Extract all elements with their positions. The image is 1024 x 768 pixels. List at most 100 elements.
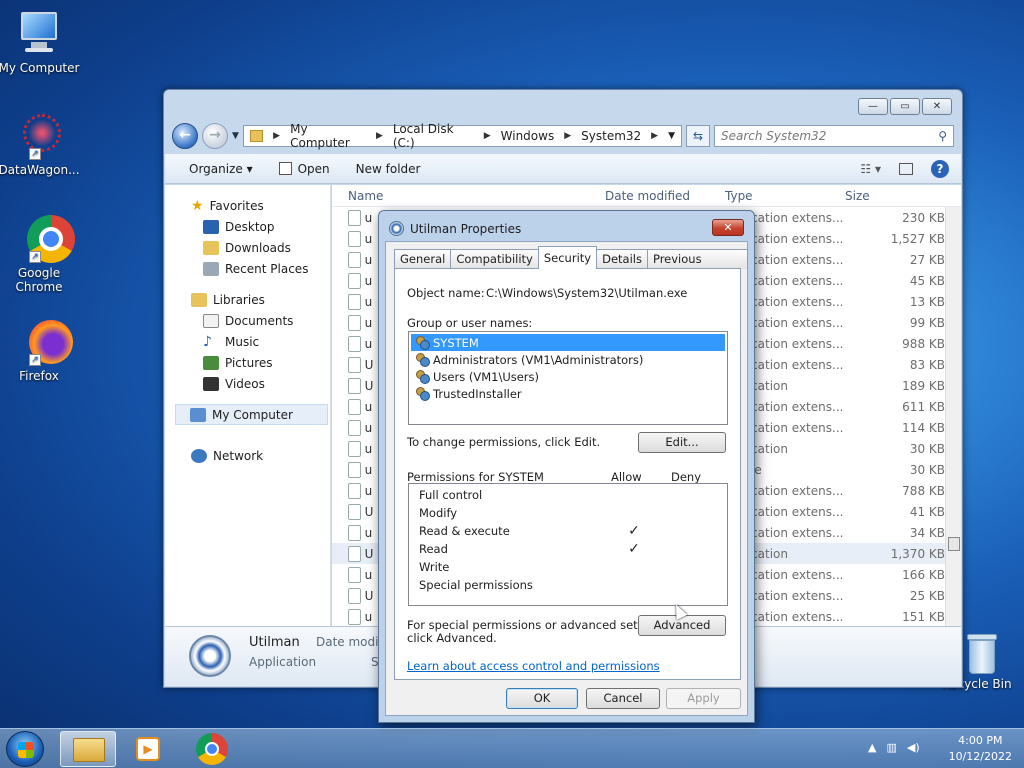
nav-desktop[interactable]: Desktop <box>165 216 330 237</box>
nav-label: Documents <box>225 313 294 328</box>
explorer-folder-icon <box>73 738 105 762</box>
special-permissions-text-1: For special permissions or advanced sett… <box>407 618 670 632</box>
edit-button[interactable]: Edit... <box>638 432 726 453</box>
user-item-users[interactable]: Users (VM1\Users) <box>411 368 725 385</box>
file-type: cation extens... <box>751 210 844 225</box>
user-group-icon <box>415 370 430 384</box>
ok-button[interactable]: OK <box>506 688 578 709</box>
nav-label: Videos <box>225 376 265 391</box>
cancel-button[interactable]: Cancel <box>586 688 660 709</box>
breadcrumb-my-computer[interactable]: My Computer <box>290 122 366 150</box>
breadcrumb-separator-icon[interactable]: ▶ <box>273 131 280 141</box>
breadcrumb-separator-icon[interactable]: ▶ <box>484 131 491 141</box>
user-item-administrators[interactable]: Administrators (VM1\Administrators) <box>411 351 725 368</box>
show-hidden-icons-icon[interactable]: ▲ <box>868 741 876 754</box>
scrollbar-thumb[interactable] <box>948 537 960 551</box>
desktop-icon-firefox[interactable]: ↗ Firefox <box>0 318 81 383</box>
network-icon[interactable]: ▥ <box>886 741 896 754</box>
documents-icon <box>203 313 219 328</box>
desktop-icon-datawagon[interactable]: ↗ DataWagon... <box>0 112 81 177</box>
taskbar-chrome[interactable] <box>184 731 240 767</box>
recent-pages-dropdown-icon[interactable]: ▼ <box>232 131 239 141</box>
user-label: Users (VM1\Users) <box>433 369 540 384</box>
taskbar-media-player[interactable]: ▶ <box>120 731 176 767</box>
clock[interactable]: 4:00 PM 10/12/2022 <box>949 733 1012 765</box>
nav-favorites[interactable]: ★ Favorites <box>165 195 330 216</box>
help-icon[interactable]: ? <box>931 159 949 178</box>
desktop-icon-chrome[interactable]: ↗ Google Chrome <box>0 215 81 294</box>
dialog-close-button[interactable]: ✕ <box>712 219 744 236</box>
breadcrumb-windows[interactable]: Windows <box>501 129 555 143</box>
permission-row: Modify <box>409 504 727 522</box>
column-header-name[interactable]: Name <box>348 189 605 203</box>
vertical-scrollbar[interactable] <box>945 207 961 627</box>
address-dropdown-icon[interactable]: ▼ <box>668 131 675 141</box>
breadcrumb-separator-icon[interactable]: ▶ <box>376 131 383 141</box>
file-type: cation extens... <box>751 399 844 414</box>
forward-button[interactable]: → <box>202 123 228 149</box>
nav-music[interactable]: ♪ Music <box>165 331 330 352</box>
column-headers: Name Date modified Type Size <box>332 185 961 207</box>
change-view-icon[interactable]: ☷ ▾ <box>860 162 881 176</box>
column-header-date[interactable]: Date modified <box>605 189 725 203</box>
taskbar: ▶ ▲ ▥ ◀) 4:00 PM 10/12/2022 <box>0 728 1024 768</box>
start-button[interactable] <box>6 731 44 767</box>
permissions-for-label: Permissions for SYSTEM <box>407 470 544 484</box>
file-icon <box>348 272 361 289</box>
deny-column-header: Deny <box>671 470 702 484</box>
file-type: cation extens... <box>751 252 844 267</box>
open-button[interactable]: Open <box>278 162 330 176</box>
breadcrumb-separator-icon[interactable]: ▶ <box>651 131 658 141</box>
nav-label: Downloads <box>225 240 291 255</box>
search-input[interactable]: Search System32 <box>721 129 826 143</box>
tab-details[interactable]: Details <box>596 249 648 269</box>
nav-downloads[interactable]: Downloads <box>165 237 330 258</box>
advanced-button[interactable]: Advanced <box>638 615 726 636</box>
file-type: cation extens... <box>751 294 844 309</box>
organize-button[interactable]: Organize ▾ <box>189 162 253 176</box>
volume-icon[interactable]: ◀) <box>907 741 920 754</box>
tab-compatibility[interactable]: Compatibility <box>450 249 539 269</box>
nav-network[interactable]: Network <box>165 445 330 466</box>
tab-previous-versions[interactable]: Previous Versions <box>646 249 748 285</box>
minimize-button[interactable]: — <box>858 98 888 115</box>
file-type: cation extens... <box>751 420 844 435</box>
learn-access-control-link[interactable]: Learn about access control and permissio… <box>407 659 660 673</box>
back-button[interactable]: ← <box>172 123 198 149</box>
desktop-icon-my-computer[interactable]: My Computer <box>0 10 81 75</box>
new-folder-button[interactable]: New folder <box>356 162 421 176</box>
nav-recent-places[interactable]: Recent Places <box>165 258 330 279</box>
file-size: 34 KB <box>909 525 945 540</box>
properties-dialog[interactable]: Utilman Properties ✕ General Compatibili… <box>378 210 755 723</box>
file-icon <box>348 209 361 226</box>
breadcrumb-local-disk[interactable]: Local Disk (C:) <box>393 122 474 150</box>
nav-videos[interactable]: Videos <box>165 373 330 394</box>
nav-label: Libraries <box>213 292 265 307</box>
file-type: cation <box>751 546 788 561</box>
maximize-button[interactable]: ▭ <box>890 98 920 115</box>
address-bar[interactable]: ▶ My Computer ▶ Local Disk (C:) ▶ Window… <box>242 122 682 150</box>
breadcrumb-system32[interactable]: System32 <box>581 129 641 143</box>
file-icon <box>348 587 361 604</box>
nav-pictures[interactable]: Pictures <box>165 352 330 373</box>
search-box[interactable]: Search System32 ⚲ <box>714 125 954 147</box>
breadcrumb-separator-icon[interactable]: ▶ <box>564 131 571 141</box>
column-header-type[interactable]: Type <box>725 189 845 203</box>
nav-documents[interactable]: Documents <box>165 310 330 331</box>
file-icon <box>348 608 361 625</box>
tab-general[interactable]: General <box>394 249 452 269</box>
user-item-system[interactable]: SYSTEM <box>411 334 725 351</box>
nav-my-computer[interactable]: My Computer <box>175 404 328 425</box>
user-item-trustedinstaller[interactable]: TrustedInstaller <box>411 385 725 402</box>
column-header-size[interactable]: Size <box>845 189 870 203</box>
preview-pane-icon[interactable] <box>899 162 913 175</box>
apply-button[interactable]: Apply <box>666 688 741 709</box>
shortcut-arrow-icon: ↗ <box>29 148 41 160</box>
close-button[interactable]: ✕ <box>922 98 952 115</box>
tab-security[interactable]: Security <box>537 246 598 269</box>
star-icon: ★ <box>191 197 204 214</box>
nav-libraries[interactable]: Libraries <box>165 289 330 310</box>
refresh-button[interactable]: ⇆ <box>686 125 710 147</box>
permission-name: Read & execute <box>419 524 510 538</box>
taskbar-explorer[interactable] <box>60 731 116 767</box>
